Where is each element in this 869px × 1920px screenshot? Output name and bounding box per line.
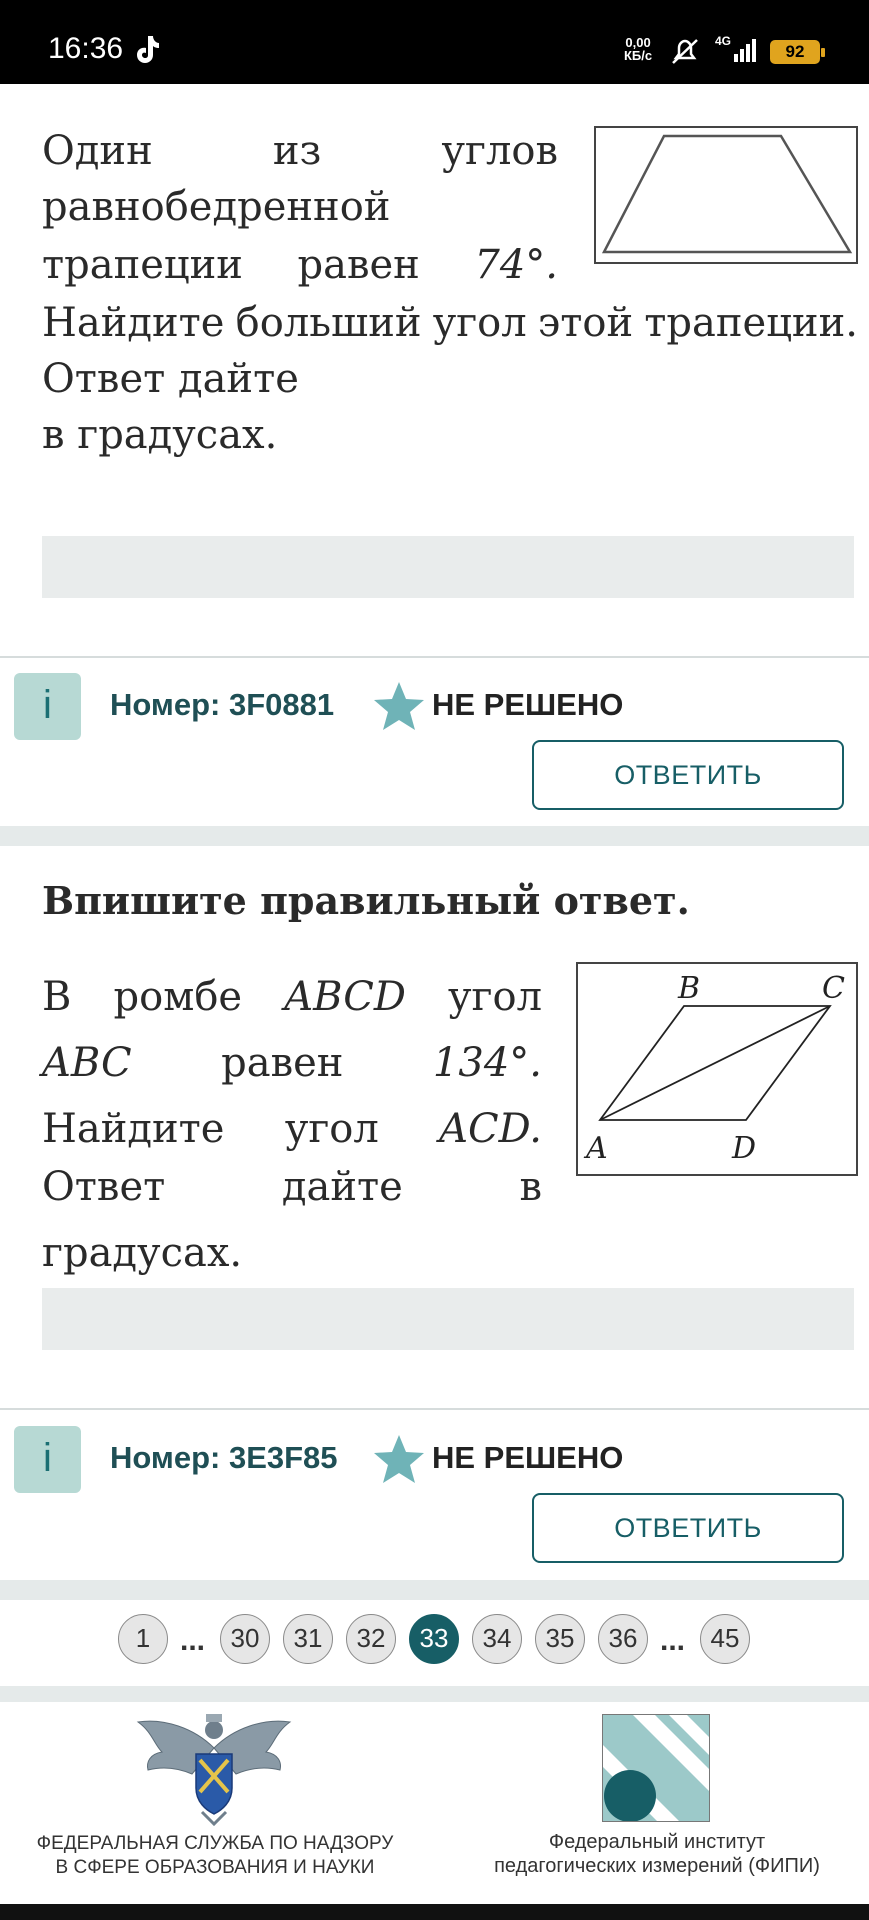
answer-input-2[interactable]	[42, 1288, 854, 1350]
p2-word: ромбе	[113, 974, 243, 1020]
separator-band	[0, 1580, 869, 1600]
vertex-b-label: B	[677, 971, 700, 1006]
p2-word: В	[42, 974, 72, 1020]
star-icon[interactable]	[372, 680, 426, 732]
footer-right-line1: Федеральный институт	[548, 1831, 766, 1853]
status-bar: 16:36 0,00 КБ/с 4G 92	[0, 0, 869, 84]
page-button[interactable]: 35	[535, 1614, 585, 1664]
eagle-emblem-icon[interactable]	[134, 1708, 294, 1828]
page-button[interactable]: 45	[700, 1614, 750, 1664]
p2-math: ABCD	[284, 974, 406, 1020]
pagination-ellipsis: ...	[660, 1624, 686, 1657]
p2-math: ABC	[42, 1040, 132, 1086]
footer-separator	[0, 1686, 869, 1702]
divider	[0, 1408, 869, 1410]
reply-button-2[interactable]: ОТВЕТИТЬ	[532, 1493, 844, 1563]
p1-word: трапеции	[42, 242, 243, 288]
fipi-logo-icon[interactable]	[602, 1714, 710, 1822]
p1-line2: равнобедренной	[42, 184, 391, 230]
info-icon: i	[43, 1436, 52, 1480]
p1-word: углов	[441, 128, 558, 174]
pagination: 1 ... 30 31 32 33 34 35 36 ... 45	[0, 1614, 869, 1674]
p1-word: Найдите	[42, 300, 225, 346]
p2-word: Найдите	[42, 1106, 225, 1152]
page-button[interactable]: 1	[118, 1614, 168, 1664]
star-icon[interactable]	[372, 1433, 426, 1485]
problem-number-1: Номер: 3F0881	[110, 687, 335, 722]
status-label-1: НЕ РЕШЕНО	[432, 687, 624, 722]
footer-left-line2: В СФЕРЕ ОБРАЗОВАНИЯ И НАУКИ	[55, 1857, 375, 1878]
battery-icon: 92	[770, 40, 825, 64]
problem1-text-top: Один из углов равнобедренной трапеции ра…	[42, 123, 558, 293]
net-speed: 0,00 КБ/с	[624, 36, 652, 62]
p2-word: угол	[448, 974, 542, 1020]
page-button[interactable]: 36	[598, 1614, 648, 1664]
p1-word: угол	[432, 300, 527, 346]
trapezoid-drawing	[601, 134, 853, 254]
tiktok-icon	[137, 36, 159, 63]
section-title: Впишите правильный ответ.	[42, 878, 690, 923]
problem2-text: В ромбе ABCD угол ABC равен 134°. Найдит…	[42, 964, 542, 1286]
p2-math: 134°.	[432, 1040, 542, 1086]
p1-line5: Ответ дайте	[42, 356, 299, 402]
separator-band	[0, 826, 869, 846]
footer-left-line1: ФЕДЕРАЛЬНАЯ СЛУЖБА ПО НАДЗОРУ	[36, 1833, 394, 1854]
rhombus-drawing: B C A D	[583, 971, 845, 1166]
pagination-ellipsis: ...	[180, 1624, 206, 1657]
p1-angle: 74°.	[474, 242, 558, 288]
vertex-d-label: D	[731, 1131, 756, 1166]
net-speed-unit: КБ/с	[624, 48, 653, 63]
page-button[interactable]: 32	[346, 1614, 396, 1664]
p1-word: равен	[297, 242, 420, 288]
rhombus-figure: B C A D	[576, 962, 858, 1176]
footer-right-text: Федеральный институт педагогических изме…	[462, 1830, 852, 1878]
problem1-text-bottom: Найдите больший угол этой трапеции. Отве…	[42, 295, 858, 463]
signal-icon	[734, 39, 756, 62]
footer-right-line2: педагогических измерений (ФИПИ)	[494, 1855, 820, 1877]
info-button-2[interactable]: i	[14, 1426, 81, 1493]
trapezoid-figure	[594, 126, 858, 264]
p1-word: Один	[42, 128, 153, 174]
p2-word: равен	[221, 1040, 344, 1086]
status-time: 16:36	[48, 32, 124, 65]
footer-left-text: ФЕДЕРАЛЬНАЯ СЛУЖБА ПО НАДЗОРУ В СФЕРЕ ОБ…	[30, 1832, 400, 1880]
bottom-bar	[0, 1904, 869, 1920]
p1-word: трапеции.	[644, 300, 858, 346]
mute-icon	[672, 39, 698, 64]
p1-word: из	[272, 128, 322, 174]
status-label-2: НЕ РЕШЕНО	[432, 1440, 624, 1475]
page-button-active[interactable]: 33	[409, 1614, 459, 1664]
vertex-a-label: A	[583, 1131, 608, 1166]
page-button[interactable]: 30	[220, 1614, 270, 1664]
reply-button-1[interactable]: ОТВЕТИТЬ	[532, 740, 844, 810]
vertex-c-label: C	[822, 971, 845, 1006]
page-button[interactable]: 31	[283, 1614, 333, 1664]
answer-input-1[interactable]	[42, 536, 854, 598]
info-icon: i	[43, 683, 52, 727]
p1-line6: в градусах.	[42, 412, 278, 458]
p2-word: угол	[284, 1106, 379, 1152]
info-button-1[interactable]: i	[14, 673, 81, 740]
p2-line4: Ответ дайте в градусах.	[42, 1164, 542, 1276]
problem-number-2: Номер: 3E3F85	[110, 1440, 338, 1475]
page-button[interactable]: 34	[472, 1614, 522, 1664]
p2-math: ACD.	[439, 1106, 542, 1152]
divider	[0, 656, 869, 658]
p1-word: больший	[235, 300, 422, 346]
p1-word: этой	[537, 300, 634, 346]
